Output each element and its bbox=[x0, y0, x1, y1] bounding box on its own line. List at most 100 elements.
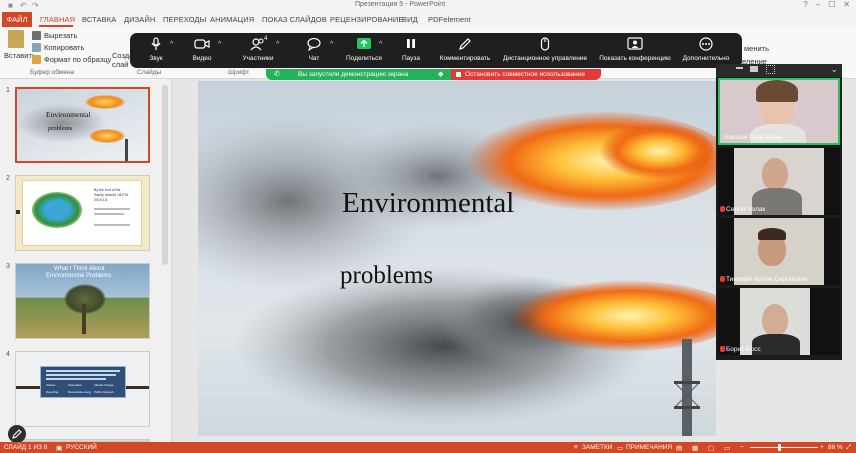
replace-button[interactable]: менить bbox=[744, 44, 769, 53]
participant-tile[interactable]: Наталія Георгієвна bbox=[718, 78, 840, 145]
video-label: Видео bbox=[192, 55, 212, 62]
tab-slideshow[interactable]: ПОКАЗ СЛАЙДОВ bbox=[262, 15, 327, 24]
copy-button[interactable]: Копировать bbox=[44, 43, 84, 52]
muted-mic-icon bbox=[720, 206, 725, 212]
video-button[interactable]: Видео bbox=[174, 37, 230, 62]
zoom-slider-track[interactable] bbox=[750, 447, 818, 448]
participant-name: Наталія Георгієвна bbox=[724, 134, 781, 141]
participant-tile[interactable]: Сергій Чолак bbox=[718, 148, 840, 215]
sharing-status-banner: ✆ Вы запустили демонстрацию экрана ◆ bbox=[266, 69, 451, 80]
participants-caret-icon[interactable]: ^ bbox=[276, 41, 279, 48]
thumb-text: Information bbox=[68, 383, 82, 387]
tab-review[interactable]: РЕЦЕНЗИРОВАНИЕ bbox=[330, 15, 404, 24]
save-icon[interactable]: ■ bbox=[8, 1, 13, 10]
slide-thumbnail-3[interactable]: What I Think About Environmental Problem… bbox=[15, 263, 150, 339]
slide-title[interactable]: Environmental bbox=[342, 187, 514, 220]
sorter-view-icon[interactable]: ▦ bbox=[692, 444, 698, 452]
remote-control-button[interactable]: Дистанционное управление bbox=[498, 37, 592, 62]
more-button[interactable]: Дополнительно bbox=[676, 37, 736, 62]
redo-icon[interactable]: ↷ bbox=[32, 1, 39, 10]
status-bar: СЛАЙД 1 ИЗ 8 ▣ РУССКИЙ ≡ ЗАМЕТКИ ▭ ПРИМЕ… bbox=[0, 442, 856, 453]
tab-design[interactable]: ДИЗАЙН bbox=[124, 15, 155, 24]
paste-icon[interactable] bbox=[8, 30, 24, 48]
mouse-icon bbox=[540, 37, 550, 51]
cut-button[interactable]: Вырезать bbox=[44, 31, 77, 40]
stop-icon bbox=[456, 72, 461, 77]
participant-tile[interactable]: Борис Босс bbox=[718, 288, 840, 355]
thumb-number: 3 bbox=[6, 263, 10, 270]
zoom-in-icon[interactable]: + bbox=[820, 444, 824, 451]
tab-file[interactable]: ФАЙЛ bbox=[2, 12, 32, 27]
tab-view[interactable]: ВИД bbox=[402, 15, 418, 24]
notes-button[interactable]: ЗАМЕТКИ bbox=[582, 444, 612, 451]
video-camera-icon bbox=[194, 39, 210, 49]
panel-header: ⌄ bbox=[716, 64, 842, 77]
spellcheck-icon[interactable]: ▣ bbox=[56, 444, 62, 452]
gallery-view-icon[interactable] bbox=[766, 65, 775, 74]
close-icon[interactable]: ✕ bbox=[843, 0, 850, 9]
slide-thumbnail-4[interactable]: Volume Information Climate change Recycl… bbox=[15, 351, 150, 427]
slide-subtitle[interactable]: problems bbox=[340, 262, 433, 290]
pen-tool-bubble[interactable] bbox=[8, 425, 26, 443]
shield-icon: ◆ bbox=[438, 71, 444, 78]
normal-view-icon[interactable]: ▤ bbox=[676, 444, 682, 452]
thumbnail-scrollbar[interactable] bbox=[162, 85, 168, 265]
zoom-meeting-toolbar: Звук ^ Видео ^ Участники 4 ^ Чат ^ Подел… bbox=[130, 33, 742, 68]
undo-icon[interactable]: ↶ bbox=[20, 1, 27, 10]
help-icon[interactable]: ? bbox=[803, 0, 807, 9]
slide-canvas[interactable]: Environmental problems bbox=[198, 81, 716, 436]
thumb-subtitle: problems bbox=[48, 125, 73, 132]
phone-icon: ✆ bbox=[274, 71, 280, 78]
comments-button[interactable]: ПРИМЕЧАНИЯ bbox=[626, 444, 672, 451]
more-icon bbox=[699, 37, 713, 51]
create-slide-button-line2: слай bbox=[112, 60, 129, 69]
share-caret-icon[interactable]: ^ bbox=[379, 41, 382, 48]
reading-view-icon[interactable]: ▢ bbox=[708, 444, 714, 452]
thumb-text: What I Think About bbox=[54, 266, 105, 272]
zoom-out-icon[interactable]: − bbox=[740, 444, 744, 451]
panel-collapse-icon[interactable]: ⌄ bbox=[830, 64, 838, 75]
tab-transitions[interactable]: ПЕРЕХОДЫ bbox=[163, 15, 206, 24]
thumb-text: Public transport bbox=[94, 390, 114, 394]
video-caret-icon[interactable]: ^ bbox=[218, 41, 221, 48]
scissors-icon bbox=[32, 31, 41, 40]
zoom-level[interactable]: 88 % bbox=[828, 444, 843, 451]
format-painter-button[interactable]: Формат по образцу bbox=[44, 55, 111, 64]
tab-pdfelement[interactable]: PDFelement bbox=[428, 15, 471, 24]
sharing-status-text: Вы запустили демонстрацию экрана bbox=[298, 71, 409, 78]
tab-home[interactable]: ГЛАВНАЯ bbox=[40, 15, 75, 24]
participants-count: 4 bbox=[264, 36, 268, 42]
slideshow-view-icon[interactable]: ▭ bbox=[724, 444, 730, 452]
thumb-text: By the end of the bbox=[94, 188, 121, 192]
fit-slide-icon[interactable]: ⤢ bbox=[846, 444, 851, 452]
slide-thumbnail-2[interactable]: By the end of the Sandy Istomin UEZTA 20… bbox=[15, 175, 150, 251]
single-view-icon[interactable] bbox=[750, 66, 758, 72]
maximize-icon[interactable]: ☐ bbox=[828, 0, 835, 9]
show-conference-button[interactable]: Показать конференцию bbox=[592, 37, 678, 62]
thumb-text: 2019 1G bbox=[94, 198, 108, 202]
participant-name: Сергій Чолак bbox=[726, 206, 766, 213]
slide-background-image bbox=[198, 111, 716, 436]
stop-share-label: Остановить совместное использование bbox=[465, 71, 585, 78]
participant-tile[interactable]: Тимофій Артем Сергійович bbox=[718, 218, 840, 285]
thumb-text: Climate change bbox=[94, 383, 114, 387]
pause-label: Пауза bbox=[401, 55, 421, 62]
annotate-button[interactable]: Комментировать bbox=[430, 37, 500, 62]
minimize-icon[interactable]: – bbox=[816, 0, 820, 9]
microphone-icon bbox=[151, 37, 161, 50]
participant-avatar bbox=[762, 304, 788, 336]
zoom-slider-thumb[interactable] bbox=[778, 444, 781, 451]
language-indicator[interactable]: РУССКИЙ bbox=[66, 444, 97, 451]
stop-share-button[interactable]: Остановить совместное использование bbox=[451, 69, 601, 80]
muted-mic-icon bbox=[720, 346, 725, 352]
chat-button[interactable]: Чат bbox=[286, 37, 342, 62]
tab-insert[interactable]: ВСТАВКА bbox=[82, 15, 116, 24]
tab-animation[interactable]: АНИМАЦИЯ bbox=[210, 15, 254, 24]
window-controls: ? – ☐ ✕ bbox=[803, 0, 850, 9]
chat-icon bbox=[307, 37, 321, 51]
slide-thumbnail-1[interactable]: Environmental problems bbox=[15, 87, 150, 163]
more-label: Дополнительно bbox=[682, 55, 730, 62]
audio-caret-icon[interactable]: ^ bbox=[170, 41, 173, 48]
minimize-panel-icon[interactable] bbox=[736, 67, 743, 69]
chat-caret-icon[interactable]: ^ bbox=[330, 41, 333, 48]
